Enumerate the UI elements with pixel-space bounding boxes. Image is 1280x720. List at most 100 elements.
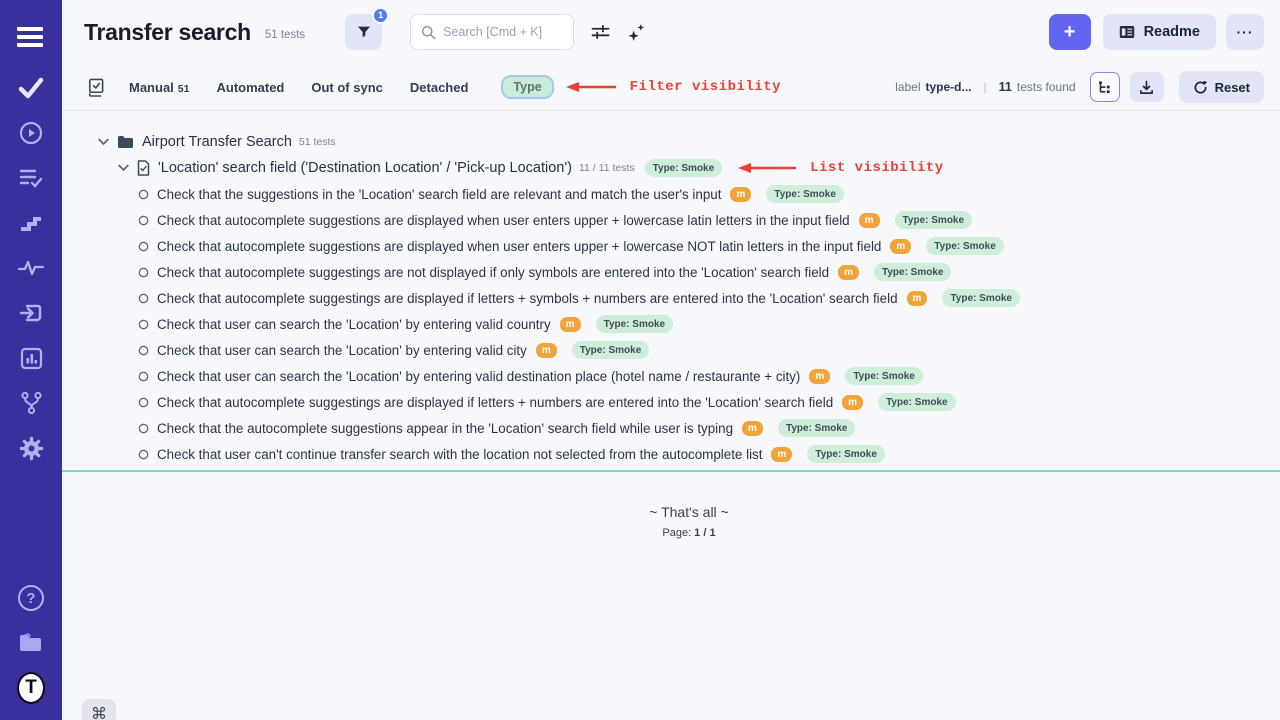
chevron-down-icon[interactable] (98, 138, 109, 146)
sidebar-item-branches[interactable] (17, 389, 45, 417)
type-smoke-badge: Type: Smoke (926, 237, 1004, 255)
sidebar-item-reports[interactable] (17, 344, 45, 372)
test-row[interactable]: Check that the suggestions in the 'Locat… (138, 181, 1280, 207)
type-smoke-badge: Type: Smoke (572, 341, 650, 359)
folder-name[interactable]: Airport Transfer Search (142, 134, 292, 150)
test-row[interactable]: Check that autocomplete suggestings are … (138, 285, 1280, 311)
page-title: Transfer search (84, 19, 251, 46)
readme-button[interactable]: Readme (1103, 14, 1216, 50)
sidebar-item-plans[interactable] (17, 164, 45, 192)
ai-assist-button[interactable] (627, 23, 646, 42)
more-options-button[interactable]: ··· (1226, 14, 1264, 50)
report-icon (20, 347, 43, 370)
reset-button[interactable]: Reset (1179, 71, 1264, 103)
test-row[interactable]: Check that autocomplete suggestings are … (138, 259, 1280, 285)
test-row[interactable]: Check that user can search the 'Location… (138, 363, 1280, 389)
folder-row[interactable]: Airport Transfer Search 51 tests (98, 129, 1280, 155)
sidebar-item-pulse[interactable] (17, 254, 45, 282)
sidebar-item-import[interactable] (17, 299, 45, 327)
type-smoke-badge: Type: Smoke (878, 393, 956, 411)
test-row[interactable]: Check that user can search the 'Location… (138, 311, 1280, 337)
folder-meta: 51 tests (299, 136, 336, 148)
search-box[interactable] (410, 14, 574, 50)
type-smoke-badge: Type: Smoke (766, 185, 844, 203)
filter-visibility-annotation: Filter visibility (630, 79, 781, 95)
test-title[interactable]: Check that the autocomplete suggestions … (157, 421, 733, 436)
separator: | (984, 80, 987, 94)
view-settings-button[interactable] (591, 24, 610, 41)
test-title[interactable]: Check that autocomplete suggestings are … (157, 265, 829, 280)
test-circle-icon (138, 215, 149, 226)
tests-count: 51 tests (265, 29, 305, 41)
folder-icon (117, 135, 134, 149)
suite-meta: 11 / 11 tests (579, 162, 635, 174)
sparkles-icon (627, 23, 646, 42)
test-title[interactable]: Check that user can search the 'Location… (157, 369, 800, 384)
filter-button[interactable]: 1 (345, 14, 382, 50)
main-content: Transfer search 51 tests 1 + Readme ··· … (62, 0, 1280, 720)
sidebar-item-tests[interactable] (17, 74, 45, 102)
command-key-button[interactable]: ⌘ (82, 699, 116, 720)
test-title[interactable]: Check that autocomplete suggestions are … (157, 239, 881, 254)
test-row[interactable]: Check that user can't continue transfer … (138, 441, 1280, 467)
sidebar-item-runs[interactable] (17, 119, 45, 147)
tab-detached[interactable]: Detached (410, 80, 469, 95)
test-row[interactable]: Check that autocomplete suggestings are … (138, 389, 1280, 415)
download-button[interactable] (1130, 72, 1164, 102)
teal-divider (62, 470, 1280, 472)
test-circle-icon (138, 371, 149, 382)
test-title[interactable]: Check that autocomplete suggestings are … (157, 291, 898, 306)
test-circle-icon (138, 189, 149, 200)
sidebar-item-projects[interactable] (17, 629, 45, 657)
test-title[interactable]: Check that user can search the 'Location… (157, 317, 551, 332)
tree-view-toggle-button[interactable] (1090, 72, 1120, 102)
test-title[interactable]: Check that user can't continue transfer … (157, 447, 762, 462)
hamburger-menu-icon[interactable] (17, 20, 45, 54)
type-filter-chip[interactable]: Type (501, 75, 553, 99)
test-title[interactable]: Check that autocomplete suggestings are … (157, 395, 833, 410)
add-test-button[interactable]: + (1049, 14, 1091, 50)
command-icon: ⌘ (91, 704, 107, 720)
test-row[interactable]: Check that user can search the 'Location… (138, 337, 1280, 363)
test-title[interactable]: Check that user can search the 'Location… (157, 343, 527, 358)
tab-manual[interactable]: Manual51 (129, 80, 189, 95)
test-row[interactable]: Check that the autocomplete suggestions … (138, 415, 1280, 441)
manual-marker-badge: m (907, 291, 928, 306)
test-circle-icon (138, 397, 149, 408)
test-circle-icon (138, 423, 149, 434)
red-arrow-left-icon (738, 162, 798, 174)
search-icon (421, 25, 436, 40)
search-input[interactable] (443, 25, 563, 39)
sidebar-item-logo[interactable]: T (17, 674, 45, 702)
play-circle-icon (19, 121, 43, 145)
sidebar-item-help[interactable]: ? (17, 584, 45, 612)
tab-out-of-sync[interactable]: Out of sync (311, 80, 383, 95)
reset-label: Reset (1215, 80, 1250, 95)
sidebar-item-steps[interactable] (17, 209, 45, 237)
type-smoke-badge: Type: Smoke (895, 211, 973, 229)
sidebar-item-settings[interactable] (17, 434, 45, 462)
suite-name[interactable]: 'Location' search field ('Destination Lo… (158, 160, 572, 176)
manual-marker-badge: m (730, 187, 751, 202)
end-of-list-text: ~ That's all ~ (98, 504, 1280, 520)
chevron-down-icon[interactable] (118, 164, 129, 172)
import-icon (19, 302, 43, 324)
manual-marker-badge: m (536, 343, 557, 358)
test-row[interactable]: Check that autocomplete suggestions are … (138, 233, 1280, 259)
page-header: Transfer search 51 tests 1 + Readme ··· (62, 0, 1280, 64)
tab-automated[interactable]: Automated (216, 80, 284, 95)
manual-marker-badge: m (742, 421, 763, 436)
test-circle-icon (138, 319, 149, 330)
help-icon: ? (18, 585, 44, 611)
test-title[interactable]: Check that the suggestions in the 'Locat… (157, 187, 721, 202)
suite-row[interactable]: 'Location' search field ('Destination Lo… (118, 155, 1280, 181)
select-all-button[interactable] (86, 78, 105, 97)
test-row[interactable]: Check that autocomplete suggestions are … (138, 207, 1280, 233)
manual-marker-badge: m (560, 317, 581, 332)
ellipsis-icon: ··· (1237, 24, 1254, 40)
download-icon (1139, 80, 1154, 95)
pagination: Page:1 / 1 (98, 527, 1280, 539)
label-prefix: label (895, 80, 920, 94)
test-title[interactable]: Check that autocomplete suggestions are … (157, 213, 850, 228)
test-list: Check that the suggestions in the 'Locat… (98, 181, 1280, 467)
